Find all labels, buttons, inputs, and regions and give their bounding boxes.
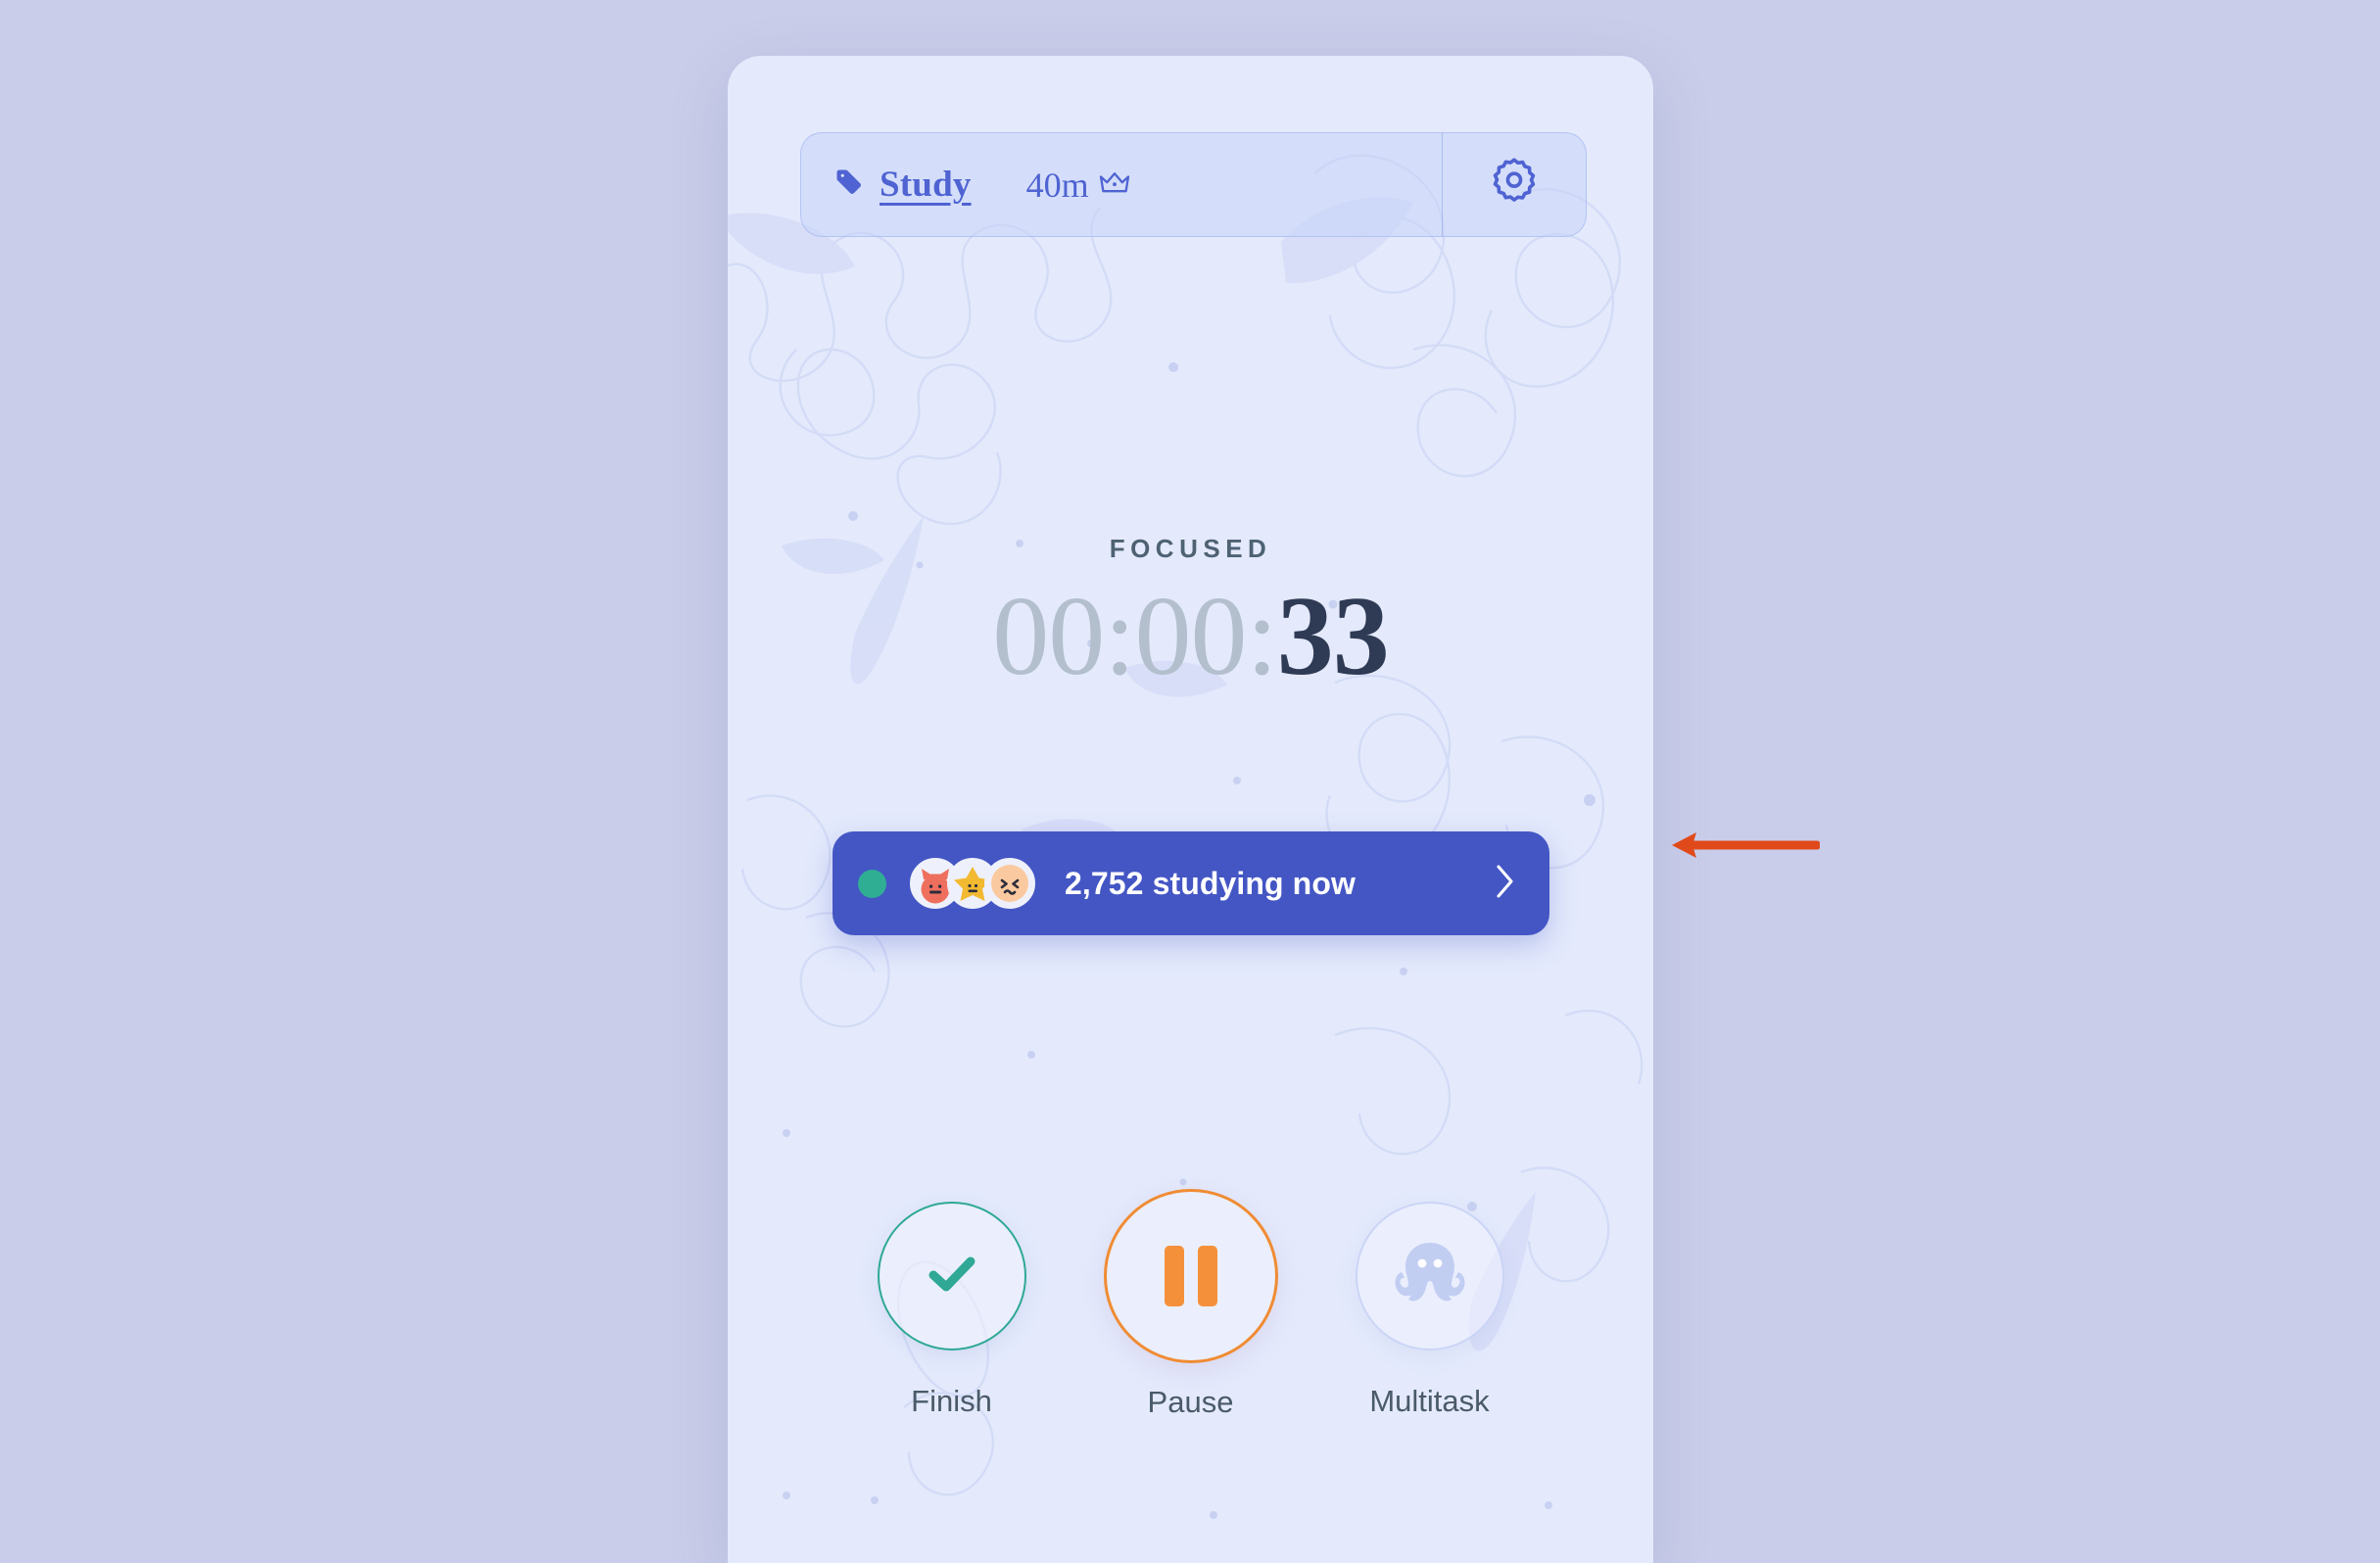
tag-label: Study bbox=[880, 165, 972, 205]
finish-button-circle[interactable] bbox=[877, 1202, 1026, 1350]
timer-separator-1: : bbox=[1104, 574, 1135, 699]
multitask-button-circle[interactable] bbox=[1355, 1202, 1504, 1350]
pause-bar-left bbox=[1164, 1246, 1184, 1306]
pause-bar-right bbox=[1197, 1246, 1217, 1306]
studying-now-banner[interactable]: 2,752 studying now bbox=[833, 831, 1549, 935]
crown-icon bbox=[1098, 169, 1131, 201]
tag-duration: 40m bbox=[1025, 165, 1089, 205]
octopus-icon bbox=[1390, 1237, 1470, 1316]
gear-icon bbox=[1487, 155, 1542, 214]
pause-button[interactable]: Pause bbox=[1103, 1189, 1278, 1420]
avatar bbox=[984, 858, 1035, 909]
tag-selector[interactable]: Study 40m bbox=[801, 133, 1442, 236]
status-label: FOCUSED bbox=[1109, 534, 1272, 563]
finish-button-label: Finish bbox=[911, 1384, 992, 1418]
timer-seconds: 33 bbox=[1276, 574, 1390, 699]
action-row: Finish Pause Multitask bbox=[728, 1189, 1653, 1420]
timer-display: 00:00:33 bbox=[728, 580, 1653, 693]
multitask-button[interactable]: Multitask bbox=[1344, 1202, 1516, 1419]
pause-button-label: Pause bbox=[1147, 1385, 1234, 1419]
left-arrow-annotation bbox=[1672, 832, 1820, 858]
finish-button[interactable]: Finish bbox=[866, 1202, 1038, 1419]
timer-hours: 00 bbox=[992, 574, 1105, 699]
tag-bar: Study 40m bbox=[800, 132, 1587, 237]
timer-separator-2: : bbox=[1246, 574, 1278, 699]
live-status-dot bbox=[858, 869, 886, 898]
chevron-right-icon bbox=[1495, 863, 1516, 905]
timer-block: FOCUSED 00:00:33 bbox=[728, 534, 1653, 693]
avatar-stack bbox=[910, 858, 1035, 909]
timer-app-card: Study 40m FOCUSED 00:00:33 2,752 studyin… bbox=[728, 56, 1653, 1563]
timer-minutes: 00 bbox=[1134, 574, 1248, 699]
settings-button[interactable] bbox=[1443, 132, 1586, 237]
multitask-button-label: Multitask bbox=[1369, 1384, 1490, 1418]
pause-button-circle[interactable] bbox=[1103, 1189, 1278, 1363]
check-icon bbox=[920, 1242, 984, 1311]
pause-icon bbox=[1164, 1246, 1217, 1306]
tag-icon bbox=[834, 167, 864, 202]
tag-duration-group: 40m bbox=[1026, 165, 1131, 206]
studying-now-label: 2,752 studying now bbox=[1065, 865, 1356, 901]
